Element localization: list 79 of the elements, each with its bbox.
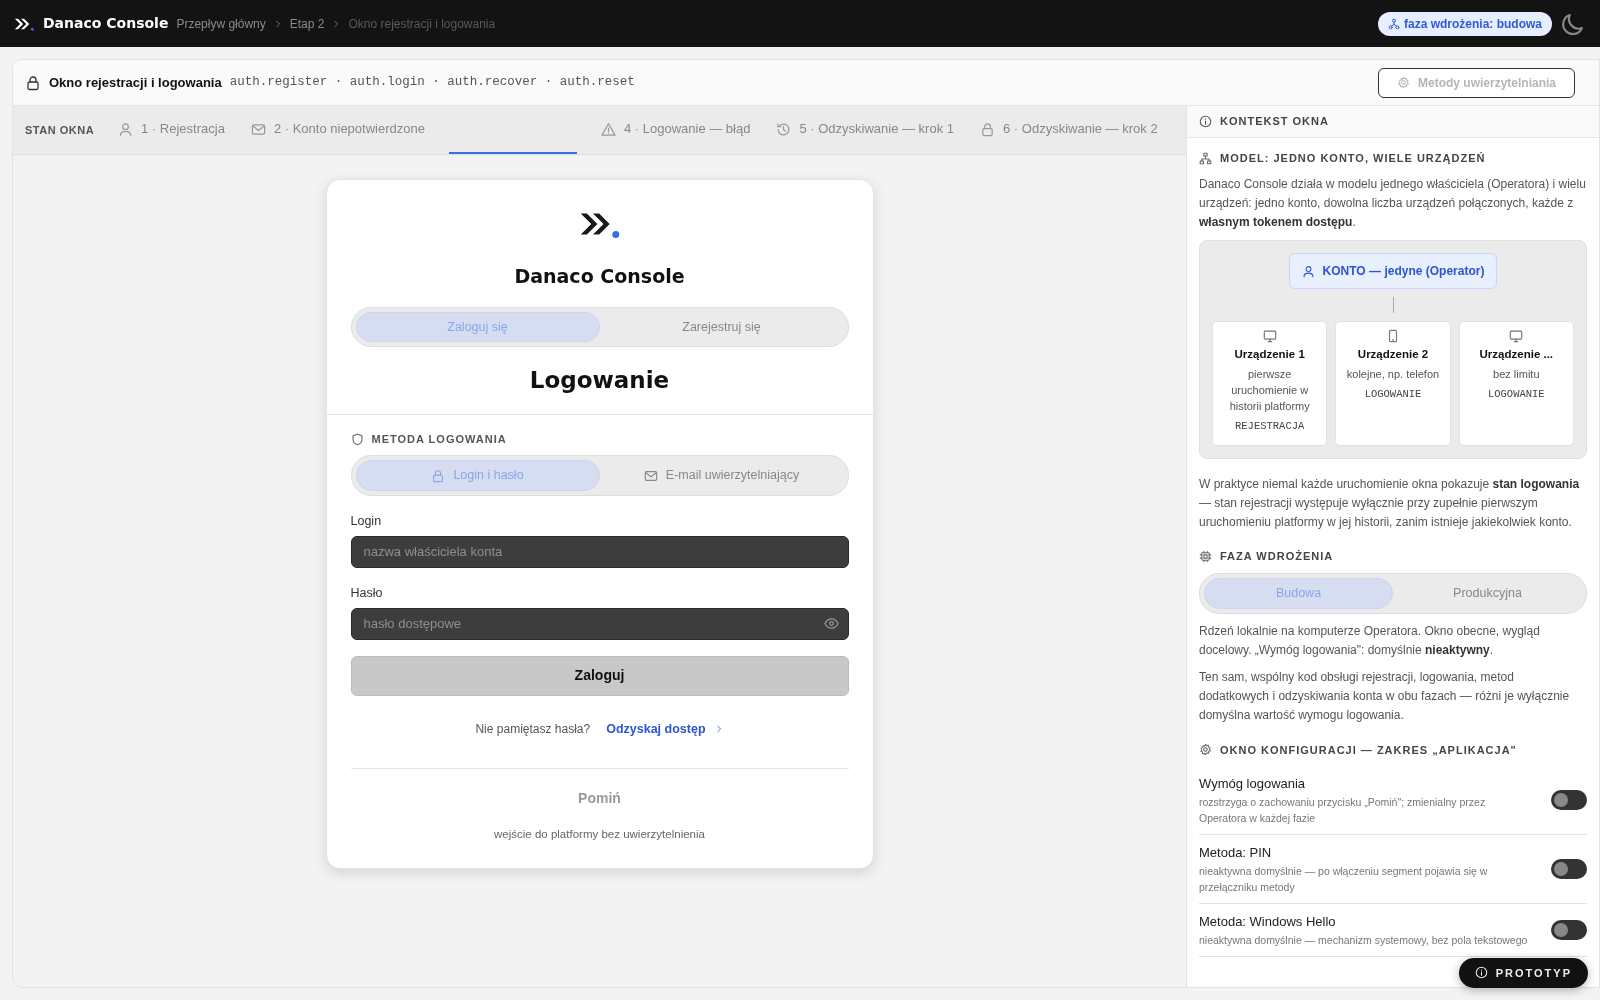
device-description: kolejne, np. telefon (1345, 367, 1441, 383)
toggle-switch[interactable] (1551, 790, 1587, 811)
skip-button[interactable]: Pomiń (572, 787, 627, 811)
field-label: Hasło (350, 584, 384, 602)
section-title: MODEL: JEDNO KONTO, WIELE URZĄDZEŃ (1220, 151, 1486, 166)
logo-icon (14, 16, 35, 31)
envelope-icon (643, 468, 658, 483)
setting-title: Metoda: Windows Hello (1199, 913, 1337, 932)
state-tab[interactable]: 1 · Rejestracja (116, 106, 227, 154)
state-tab[interactable]: 6 · Odzyskiwanie — krok 2 (978, 106, 1160, 154)
toggle-switch[interactable] (1551, 920, 1587, 941)
section-label: STAN OKNA (25, 122, 95, 138)
device-tag: REJESTRACJA (1218, 419, 1322, 435)
device-description: bez limitu (1492, 367, 1541, 383)
input-field[interactable]: hasło dostępowe (350, 607, 849, 640)
segment-option[interactable]: Zarejestruj się (599, 311, 844, 343)
chip-icon (1199, 550, 1212, 564)
section-title: FAZA WDROŻENIA (1220, 549, 1334, 565)
window-title: Okno rejestracji i logowania (49, 73, 222, 92)
setting-title: Wymóg logowania (1199, 775, 1307, 794)
input-field[interactable]: nazwa właściciela konta (350, 535, 849, 568)
breadcrumb-link[interactable]: Etap 2 (289, 14, 325, 33)
person-icon (1301, 264, 1315, 278)
show-password-button[interactable] (823, 615, 839, 631)
paragraph: Ten sam, wspólny kod obsługi rejestracji, logowania, metod dodatkowych i odzyskiwania konta w obu fazach — różni je wyłącznie domyślna wartość wymogu logowania. (1199, 669, 1571, 725)
account-label: KONTO — jedyne (Operator) (1322, 263, 1485, 281)
section-title: METODA LOGOWANIA (371, 431, 507, 447)
segment-option[interactable]: Produkcyjna (1393, 577, 1582, 609)
login-button[interactable]: Zaloguj (350, 655, 849, 696)
device-name: Urządzenie ... (1478, 347, 1555, 363)
shield-icon (350, 432, 364, 446)
breadcrumb-link[interactable]: Przepływ główny (176, 14, 266, 33)
warning-icon (600, 121, 616, 137)
info-icon (1199, 115, 1212, 128)
setting-description: nieaktywna domyślnie — mechanizm systemowy, bez pola tekstowego (1199, 932, 1529, 948)
gear-icon (1199, 743, 1212, 757)
lock-icon (980, 121, 996, 137)
card-brand-name: Danaco Console (513, 264, 686, 289)
segment-option[interactable]: Budowa (1204, 577, 1393, 609)
section-title: OKNO KONFIGURACJI — ZAKRES „APLIKACJA" (1220, 742, 1517, 758)
setting-description: nieaktywna domyślnie — po włączeniu segment pojawia się w przełączniku metody (1199, 863, 1489, 895)
device-name: Urządzenie 2 (1356, 347, 1430, 363)
phase-badge: faza wdrożenia: budowa (1378, 11, 1552, 36)
phone-icon (1386, 329, 1400, 344)
history-icon (776, 121, 792, 137)
info-icon (1474, 966, 1488, 980)
recover-question: Nie pamiętasz hasła? (475, 720, 591, 738)
lock-icon (25, 74, 41, 91)
envelope-icon (250, 121, 266, 137)
state-tab[interactable]: 2 · Konto niepotwierdzone (248, 106, 427, 154)
segment-option[interactable]: E-mail uwierzytelniający (599, 460, 844, 491)
setting-description: rozstrzyga o zachowaniu przycisku „Pomiń"; zmienialny przez Operatora w każdej fazie (1199, 794, 1487, 826)
device-tag: LOGOWANIE (1464, 387, 1568, 403)
hierarchy-icon (1388, 17, 1400, 30)
lock-icon (431, 468, 446, 483)
device-description: pierwsze uruchomienie w historii platformy (1228, 367, 1311, 415)
device-tag: LOGOWANIE (1341, 387, 1445, 403)
device-name: Urządzenie 1 (1233, 347, 1306, 363)
code-list: auth.register · auth.login · auth.recover · auth.reset (229, 73, 635, 92)
state-tab[interactable]: 4 · Logowanie — błąd (598, 106, 753, 154)
monitor-icon (1262, 329, 1277, 344)
state-tab[interactable]: 5 · Odzyskiwanie — krok 1 (774, 106, 957, 154)
segment-option[interactable]: Zaloguj się (355, 311, 600, 343)
paragraph: Danaco Console działa w modelu jednego właściciela (Operatora) i wielu urządzeń: jedno konto, dowolna liczba urządzeń połączonych, każde z własnym tokenem dostępu. (1199, 175, 1587, 231)
breadcrumb-link[interactable]: Okno rejestracji i logowania (348, 14, 496, 33)
panel-title: KONTEKST OKNA (1220, 114, 1329, 130)
recover-link[interactable]: Odzyskaj dostęp (606, 719, 724, 739)
monitor-icon (1509, 329, 1524, 344)
gear-icon (1396, 76, 1410, 89)
toggle-switch[interactable] (1551, 859, 1587, 880)
skip-note: wejście do platformy bez uwierzytelnienia (493, 827, 706, 843)
network-icon (1199, 151, 1212, 165)
paragraph: W praktyce niemal każde uruchomienie okna pokazuje stan logowania — stan rejestracji występuje wyłącznie przy zupełnie pierwszym uruchomieniu platformy w jej historii, zanim istnieje jakiekolwiek konto. (1199, 475, 1581, 532)
form-heading: Logowanie (528, 366, 671, 396)
person-icon (118, 121, 134, 137)
paragraph: Rdzeń lokalnie na komputerze Operatora. Okno obecne, wygląd docelowy. „Wymóg logowania": domyślnie nieaktywny. (1199, 622, 1541, 659)
field-label: Login (350, 513, 383, 530)
brand-name: Danaco Console (43, 14, 169, 33)
setting-title: Metoda: PIN (1199, 844, 1273, 863)
